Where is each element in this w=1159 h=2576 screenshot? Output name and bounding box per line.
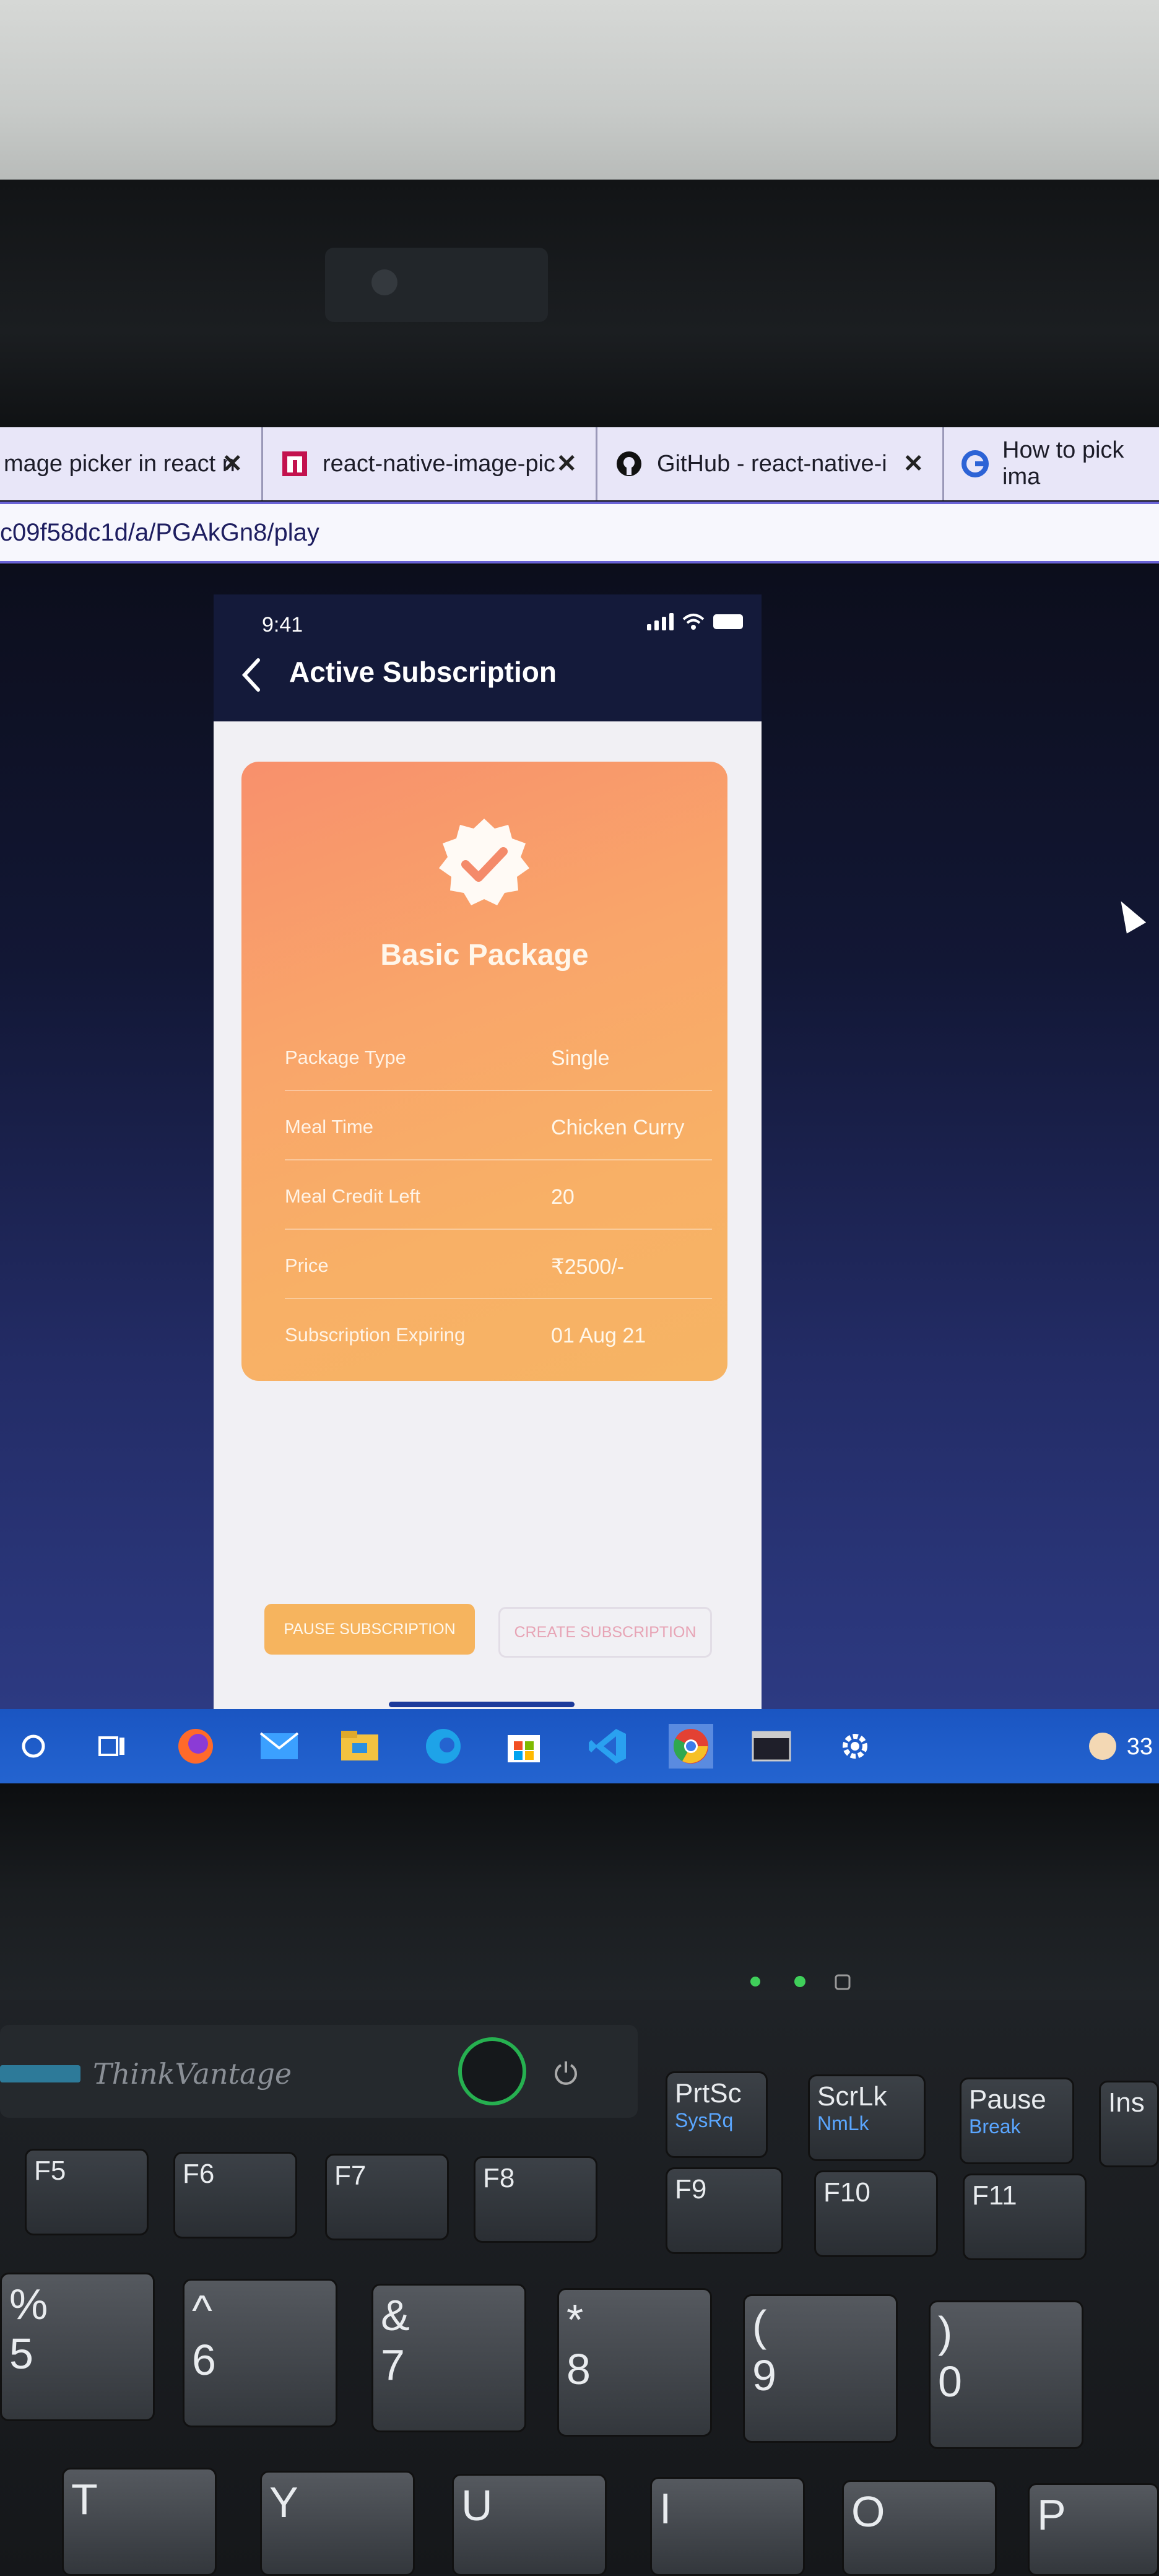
browser-tab-2[interactable]: react-native-image-pic ✕ [263, 427, 597, 500]
power-button[interactable] [458, 2037, 526, 2105]
key-f11[interactable]: F11 [963, 2174, 1087, 2260]
key-f8[interactable]: F8 [474, 2156, 597, 2243]
key-f5[interactable]: F5 [25, 2149, 149, 2235]
npm-icon [280, 450, 309, 478]
browser-tab-3[interactable]: GitHub - react-native-i ✕ [597, 427, 944, 500]
status-time: 9:41 [262, 613, 303, 637]
taskbar-clock: 33 [1126, 1734, 1153, 1760]
detail-label: Subscription Expiring [285, 1324, 466, 1346]
detail-label: Package Type [285, 1046, 406, 1068]
key-scrlk[interactable]: ScrLk NmLk [808, 2074, 926, 2161]
key-7[interactable]: & 7 [371, 2284, 526, 2432]
task-view-icon[interactable] [90, 1724, 134, 1769]
verified-badge-icon [439, 819, 529, 905]
status-icons [647, 613, 743, 630]
key-p[interactable]: P [1028, 2483, 1159, 2576]
address-bar[interactable]: c09f58dc1d/a/PGAkGn8/play [0, 502, 1159, 564]
key-u[interactable]: U [452, 2474, 607, 2576]
home-indicator [389, 1702, 575, 1707]
detail-row: Package Type Single [241, 1046, 727, 1116]
battery-icon [713, 614, 743, 629]
pause-subscription-button[interactable]: PAUSE SUBSCRIPTION [264, 1604, 475, 1655]
row-divider [285, 1090, 712, 1091]
key-o[interactable]: O [842, 2480, 997, 2576]
create-subscription-button[interactable]: CREATE SUBSCRIPTION [498, 1607, 712, 1658]
app-header: 9:41 Active Subscription [214, 594, 762, 721]
key-5[interactable]: % 5 [0, 2273, 155, 2421]
close-icon[interactable]: ✕ [903, 450, 924, 478]
detail-label: Meal Time [285, 1116, 373, 1138]
key-f7[interactable]: F7 [325, 2154, 449, 2240]
detail-value: 01 Aug 21 [551, 1324, 646, 1347]
key-9[interactable]: (9 [743, 2294, 898, 2443]
detail-value: ₹2500/- [551, 1255, 625, 1279]
edge-icon[interactable] [421, 1724, 466, 1769]
wall-background [0, 0, 1159, 186]
status-leds-icon [750, 1974, 851, 1990]
store-icon[interactable] [501, 1724, 546, 1769]
wifi-icon [682, 614, 705, 630]
vscode-icon[interactable] [585, 1724, 630, 1769]
row-divider [285, 1298, 712, 1299]
file-explorer-icon[interactable] [337, 1724, 382, 1769]
detail-label: Meal Credit Left [285, 1185, 420, 1207]
subscription-card: Basic Package Package Type Single Meal T… [241, 762, 727, 1381]
thinkvantage-button[interactable] [0, 2065, 80, 2082]
detail-value: Single [551, 1046, 610, 1070]
browser-tab-1[interactable]: mage picker in react n ✕ [0, 427, 263, 500]
tab-title: How to pick ima [1002, 437, 1124, 490]
tab-title: react-native-image-pic [323, 450, 555, 477]
signal-icon [647, 613, 674, 630]
chrome-icon[interactable] [669, 1724, 713, 1769]
package-title: Basic Package [380, 939, 589, 972]
chrome-search-icon [961, 450, 989, 478]
cortana-circle-icon[interactable] [11, 1724, 56, 1769]
key-ins[interactable]: Ins [1099, 2081, 1159, 2167]
browser-tab-bar: mage picker in react n ✕ react-native-im… [0, 427, 1159, 500]
key-f9[interactable]: F9 [666, 2167, 783, 2254]
laptop-top-bezel [0, 180, 1159, 433]
webcam-housing [325, 248, 548, 322]
detail-row: Subscription Expiring 01 Aug 21 [241, 1324, 727, 1393]
key-0[interactable]: ) 0 [929, 2300, 1083, 2449]
detail-value: Chicken Curry [551, 1116, 685, 1139]
mail-icon[interactable] [257, 1724, 302, 1769]
firefox-icon[interactable] [173, 1724, 218, 1769]
close-icon[interactable]: ✕ [556, 450, 577, 478]
weather-icon [1080, 1724, 1125, 1769]
brand-label: ThinkVantage [93, 2057, 292, 2091]
key-i[interactable]: I [650, 2477, 805, 2576]
key-t[interactable]: T [62, 2468, 217, 2576]
address-text: c09f58dc1d/a/PGAkGn8/play [0, 518, 319, 546]
settings-gear-icon[interactable] [833, 1724, 877, 1769]
back-chevron-icon[interactable] [240, 656, 264, 694]
webcam-lens [371, 269, 397, 295]
github-icon [615, 450, 643, 478]
power-icon [555, 2061, 577, 2085]
key-f10[interactable]: F10 [814, 2170, 938, 2257]
browser-tab-4[interactable]: How to pick ima [944, 427, 1159, 500]
tab-title: GitHub - react-native-i [657, 450, 887, 477]
detail-value: 20 [551, 1185, 575, 1209]
key-6[interactable]: ^ 6 [183, 2279, 337, 2427]
detail-row: Meal Credit Left 20 [241, 1185, 727, 1255]
key-y[interactable]: Y [260, 2471, 415, 2576]
page-title: Active Subscription [289, 656, 557, 688]
terminal-icon[interactable] [749, 1724, 794, 1769]
tab-title: mage picker in react n [4, 450, 235, 477]
key-8[interactable]: * 8 [557, 2288, 712, 2437]
key-f6[interactable]: F6 [173, 2152, 297, 2239]
key-pause[interactable]: Pause Break [960, 2078, 1074, 2164]
row-divider [285, 1229, 712, 1230]
detail-row: Price ₹2500/- [241, 1255, 727, 1324]
row-divider [285, 1159, 712, 1160]
windows-taskbar: 33 [0, 1709, 1159, 1783]
laptop-lower-bezel [0, 1783, 1159, 2000]
key-prtsc[interactable]: PrtSc SysRq [666, 2071, 768, 2158]
detail-label: Price [285, 1255, 329, 1276]
phone-simulator: 9:41 Active Subscription Basic Package P… [214, 594, 762, 1721]
close-icon[interactable]: ✕ [222, 450, 243, 478]
detail-row: Meal Time Chicken Curry [241, 1116, 727, 1185]
